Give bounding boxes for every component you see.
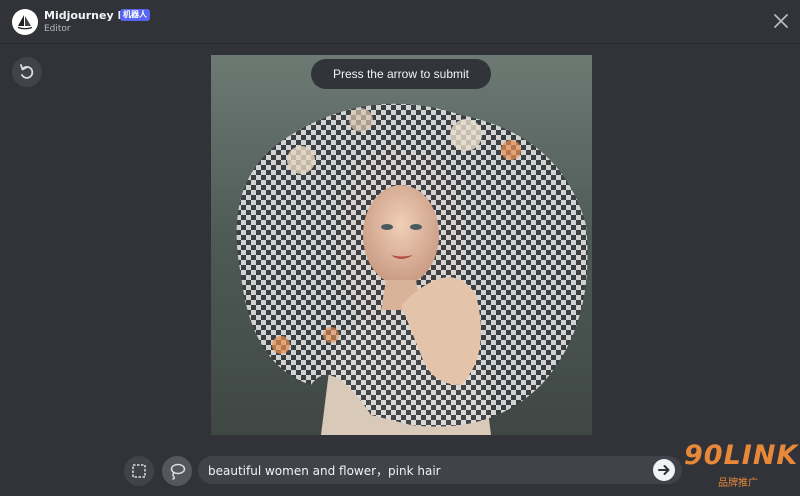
submit-hint-tooltip: Press the arrow to submit (311, 59, 491, 89)
brand-watermark: 90LINK 品牌推广 (682, 440, 797, 492)
watermark-brand: 90LINK (684, 440, 799, 471)
masked-portrait-image (211, 55, 592, 435)
rectangle-select-button[interactable] (124, 456, 154, 486)
watermark-tagline: 品牌推广 (718, 478, 758, 489)
sailboat-logo-icon (17, 15, 33, 30)
prompt-input[interactable] (208, 460, 648, 480)
close-icon (774, 14, 788, 28)
image-canvas[interactable] (211, 55, 592, 435)
submit-button[interactable] (653, 459, 675, 481)
arrow-right-icon (658, 465, 670, 475)
lasso-select-button[interactable] (162, 456, 192, 486)
bot-avatar (12, 9, 38, 35)
close-button[interactable] (770, 10, 792, 32)
rectangle-select-icon (132, 464, 146, 478)
lasso-select-icon (170, 463, 186, 480)
editor-subtitle: Editor (44, 24, 71, 34)
undo-icon (20, 64, 34, 79)
bot-badge: 机器人 (120, 9, 150, 21)
undo-button[interactable] (12, 57, 42, 87)
editor-header: Midjourney Bot 机器人 Editor (0, 0, 800, 44)
prompt-field[interactable] (198, 456, 682, 484)
